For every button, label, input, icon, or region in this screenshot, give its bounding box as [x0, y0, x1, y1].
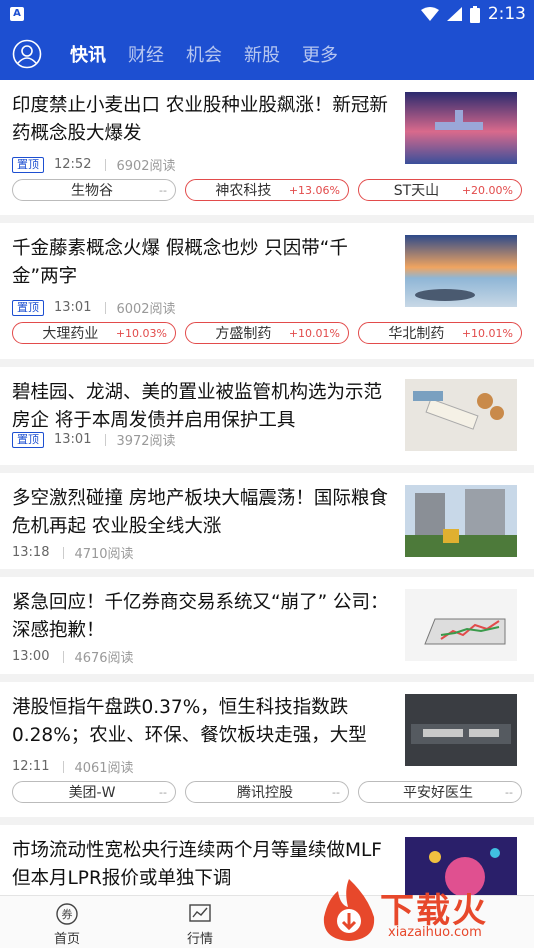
- news-title[interactable]: 紧急回应！千亿券商交易系统又“崩了” 公司：深感抱歉！: [12, 589, 394, 645]
- stock-chip[interactable]: 平安好医生 --: [358, 781, 522, 803]
- news-reads: 4061阅读: [74, 761, 134, 776]
- wifi-icon: [420, 7, 439, 21]
- stock-change: +13.06%: [288, 183, 340, 197]
- news-meta: 12:11 4061阅读: [12, 757, 134, 776]
- stock-change: --: [159, 785, 167, 799]
- stock-change: +10.01%: [288, 326, 340, 340]
- stock-chip[interactable]: 美团-W --: [12, 781, 176, 803]
- news-item[interactable]: 紧急回应！千亿券商交易系统又“崩了” 公司：深感抱歉！ 13:00 4676阅读: [0, 577, 534, 682]
- svg-text:券: 券: [62, 907, 73, 921]
- stock-change: +20.00%: [461, 183, 513, 197]
- top-navigation: 快讯 财经 机会 新股 更多: [0, 28, 534, 80]
- stock-name: ST天山: [393, 183, 440, 199]
- related-stocks: 生物谷 -- 神农科技 +13.06% ST天山 +20.00%: [12, 179, 522, 201]
- stock-chip[interactable]: 生物谷 --: [12, 179, 176, 201]
- stock-name: 神农科技: [215, 183, 272, 199]
- stock-chip[interactable]: 方盛制药 +10.01%: [185, 322, 349, 344]
- news-title[interactable]: 港股恒指午盘跌0.37%，恒生科技指数跌0.28%；农业、环保、餐饮板块走强，大…: [12, 694, 394, 750]
- stock-change: --: [159, 183, 167, 197]
- stock-name: 方盛制药: [215, 326, 272, 342]
- flame-logo-icon: [323, 879, 375, 941]
- news-thumbnail: [405, 485, 517, 557]
- tab-flash[interactable]: 快讯: [70, 41, 106, 67]
- watermark-logo: 下载火 xiazaihuo.com: [312, 873, 534, 948]
- news-thumbnail: [405, 589, 517, 661]
- pin-badge: 置顶: [12, 431, 44, 448]
- news-meta: 置顶 13:01 3972阅读: [12, 430, 176, 449]
- status-time: 2:13: [487, 4, 526, 24]
- news-title[interactable]: 碧桂园、龙湖、美的置业被监管机构选为示范房企 将于本周发债并启用保护工具: [12, 379, 394, 435]
- news-meta: 13:18 4710阅读: [12, 543, 134, 562]
- stock-name: 美团-W: [68, 785, 116, 801]
- stock-change: --: [332, 785, 340, 799]
- news-time: 13:18: [12, 545, 50, 560]
- stock-chip[interactable]: 华北制药 +10.01%: [358, 322, 522, 344]
- tab-more[interactable]: 更多: [302, 41, 338, 67]
- stock-chip[interactable]: 腾讯控股 --: [185, 781, 349, 803]
- nav-home-label: 首页: [53, 932, 80, 947]
- brand-url: xiazaihuo.com: [388, 925, 482, 940]
- tab-finance[interactable]: 财经: [128, 41, 164, 67]
- chart-icon: [189, 904, 211, 922]
- stock-chip[interactable]: 大理药业 +10.03%: [12, 322, 176, 344]
- news-item[interactable]: 千金藤素概念火爆 假概念也炒 只因带“千金”两字 置顶 13:01 6002阅读…: [0, 223, 534, 367]
- news-thumbnail: [405, 92, 517, 164]
- coupon-icon: 券: [56, 903, 78, 925]
- news-item[interactable]: 印度禁止小麦出口 农业股种业股飙涨！新冠新药概念股大爆发 置顶 12:52 69…: [0, 80, 534, 223]
- stock-name: 生物谷: [71, 183, 114, 199]
- stock-name: 腾讯控股: [237, 785, 294, 801]
- news-feed: 印度禁止小麦出口 农业股种业股飙涨！新冠新药概念股大爆发 置顶 12:52 69…: [0, 80, 534, 895]
- news-reads: 6002阅读: [116, 302, 176, 317]
- stock-name: 平安好医生: [403, 785, 474, 801]
- related-stocks: 美团-W -- 腾讯控股 -- 平安好医生 --: [12, 781, 522, 803]
- tab-opportunity[interactable]: 机会: [186, 41, 222, 67]
- user-avatar-icon[interactable]: [12, 39, 42, 69]
- news-reads: 4676阅读: [74, 651, 134, 666]
- stock-chip[interactable]: 神农科技 +13.06%: [185, 179, 349, 201]
- news-thumbnail: [405, 379, 517, 451]
- news-meta: 置顶 12:52 6902阅读: [12, 155, 176, 174]
- nav-home[interactable]: 券 首页: [37, 902, 97, 947]
- stock-name: 华北制药: [388, 326, 445, 342]
- pin-badge: 置顶: [12, 156, 44, 173]
- news-item[interactable]: 港股恒指午盘跌0.37%，恒生科技指数跌0.28%；农业、环保、餐饮板块走强，大…: [0, 682, 534, 825]
- stock-change: +10.01%: [461, 326, 513, 340]
- battery-icon: [469, 5, 480, 23]
- news-item[interactable]: 碧桂园、龙湖、美的置业被监管机构选为示范房企 将于本周发债并启用保护工具 置顶 …: [0, 367, 534, 473]
- news-meta: 置顶 13:01 6002阅读: [12, 298, 176, 317]
- news-title[interactable]: 千金藤素概念火爆 假概念也炒 只因带“千金”两字: [12, 235, 394, 291]
- signal-icon: [446, 7, 462, 21]
- news-thumbnail: [405, 235, 517, 307]
- news-title[interactable]: 多空激烈碰撞 房地产板块大幅震荡！国际粮食危机再起 农业股全线大涨: [12, 485, 394, 541]
- news-time: 13:01: [54, 432, 92, 447]
- news-meta: 13:00 4676阅读: [12, 647, 134, 666]
- news-reads: 6902阅读: [116, 159, 176, 174]
- news-thumbnail: [405, 694, 517, 766]
- stock-name: 大理药业: [42, 326, 99, 342]
- stock-chip[interactable]: ST天山 +20.00%: [358, 179, 522, 201]
- stock-change: --: [505, 785, 513, 799]
- news-title[interactable]: 印度禁止小麦出口 农业股种业股飙涨！新冠新药概念股大爆发: [12, 92, 394, 148]
- pin-badge: 置顶: [12, 299, 44, 316]
- nav-market-label: 行情: [186, 932, 213, 947]
- news-time: 13:00: [12, 649, 50, 664]
- news-item[interactable]: 多空激烈碰撞 房地产板块大幅震荡！国际粮食危机再起 农业股全线大涨 13:18 …: [0, 473, 534, 577]
- nav-market[interactable]: 行情: [170, 902, 230, 947]
- news-time: 12:52: [54, 157, 92, 172]
- news-reads: 3972阅读: [116, 434, 176, 449]
- app-notification-icon: A: [10, 7, 24, 21]
- news-reads: 4710阅读: [74, 547, 134, 562]
- related-stocks: 大理药业 +10.03% 方盛制药 +10.01% 华北制药 +10.01%: [12, 322, 522, 344]
- news-time: 13:01: [54, 300, 92, 315]
- stock-change: +10.03%: [115, 326, 167, 340]
- tab-new-stock[interactable]: 新股: [244, 41, 280, 67]
- status-bar: A 2:13: [0, 0, 534, 28]
- news-time: 12:11: [12, 759, 50, 774]
